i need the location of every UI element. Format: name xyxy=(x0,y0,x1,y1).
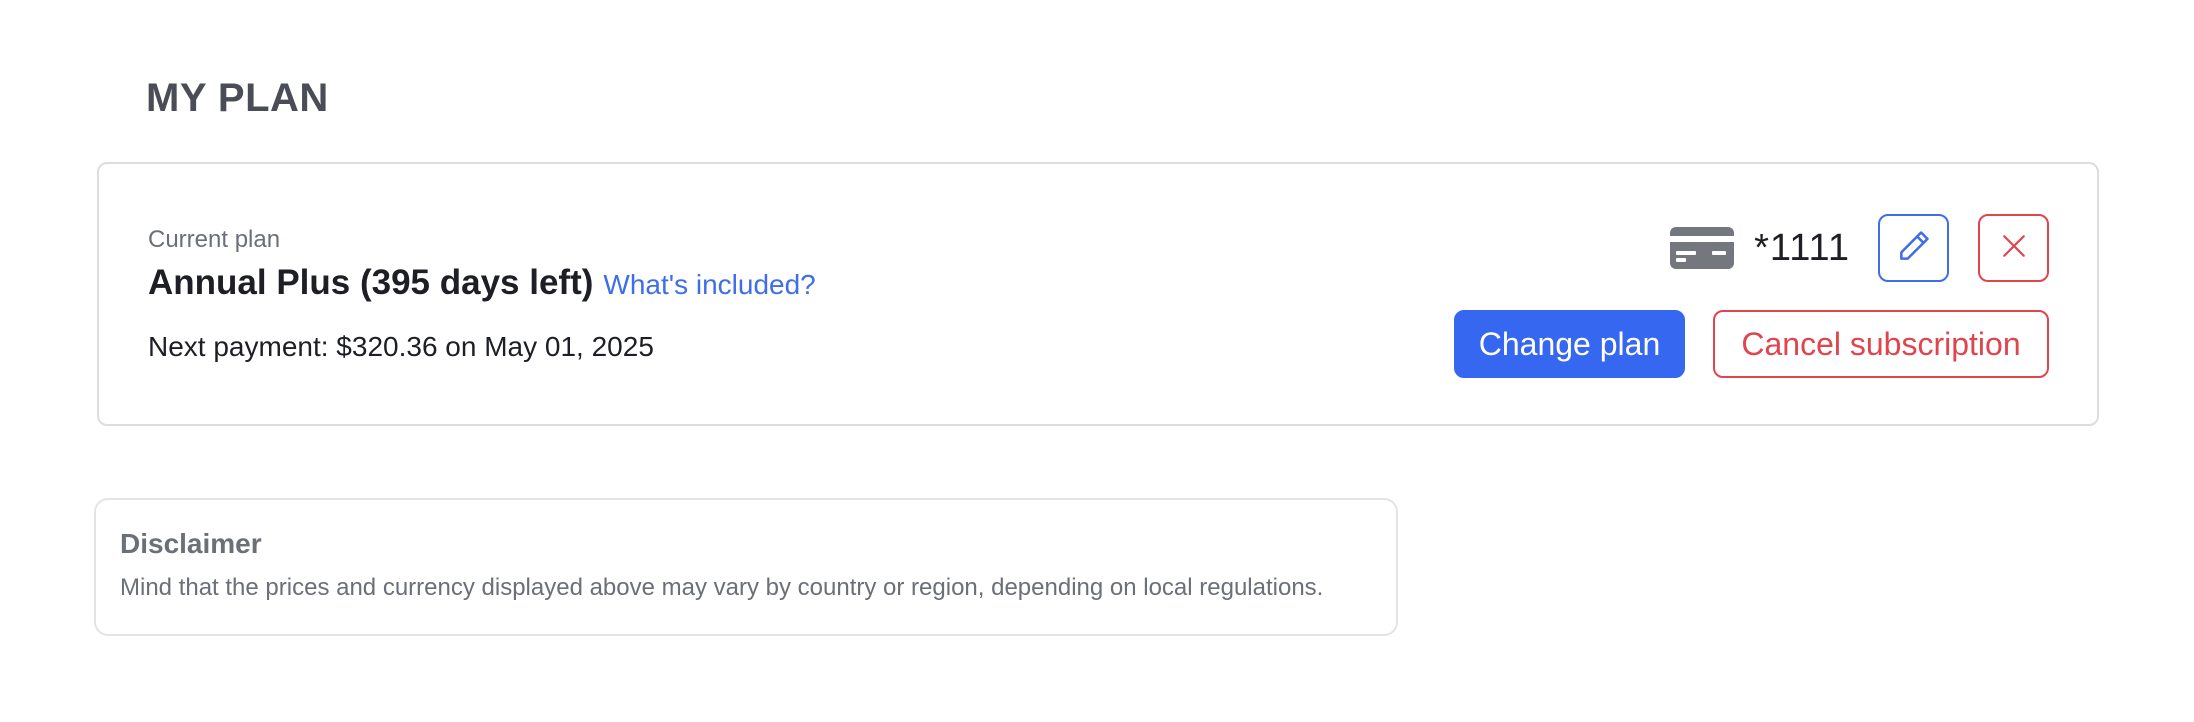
disclaimer-box: Disclaimer Mind that the prices and curr… xyxy=(94,498,1398,636)
disclaimer-title: Disclaimer xyxy=(120,528,262,559)
pencil-icon xyxy=(1895,227,1933,270)
credit-card-icon xyxy=(1670,227,1735,269)
close-icon xyxy=(2001,233,2027,264)
plan-details: Current plan Annual Plus (395 days left)… xyxy=(148,226,816,363)
plan-card: Current plan Annual Plus (395 days left)… xyxy=(97,162,2099,426)
plan-name-row: Annual Plus (395 days left) What's inclu… xyxy=(148,263,816,303)
current-plan-label: Current plan xyxy=(148,226,281,253)
disclaimer-text: Mind that the prices and currency displa… xyxy=(120,574,1324,601)
card-number: *1111 xyxy=(1754,226,1850,269)
next-payment-text: Next payment: $320.36 on May 01, 2025 xyxy=(148,331,654,362)
edit-payment-button[interactable] xyxy=(1878,214,1949,282)
whats-included-link[interactable]: What's included? xyxy=(603,269,815,301)
payment-method-row: *1111 xyxy=(1670,214,2049,282)
change-plan-button[interactable]: Change plan xyxy=(1454,310,1685,378)
page: MY PLAN Current plan Annual Plus (395 da… xyxy=(0,0,2194,722)
plan-actions: Change plan Cancel subscription xyxy=(1454,310,2049,378)
remove-payment-button[interactable] xyxy=(1978,214,2049,282)
cancel-subscription-button[interactable]: Cancel subscription xyxy=(1713,310,2049,378)
page-title: MY PLAN xyxy=(146,76,329,120)
plan-name: Annual Plus (395 days left) xyxy=(148,263,594,302)
